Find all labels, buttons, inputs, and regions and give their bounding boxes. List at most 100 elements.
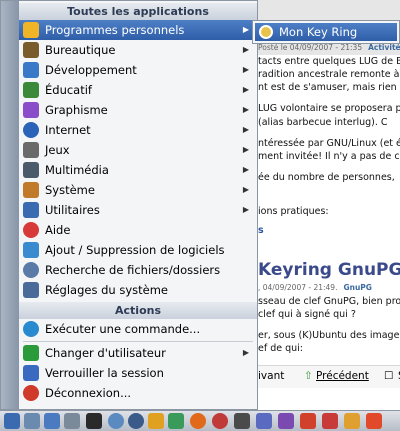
image-viewer-icon[interactable]: [278, 413, 294, 429]
system-settings-icon: [23, 282, 39, 298]
menu-item-games[interactable]: Jeux ▶: [19, 140, 257, 160]
menu-item-add-remove-software[interactable]: Ajout / Suppression de logiciels: [19, 240, 257, 260]
search-files-icon: [23, 262, 39, 278]
menu-item-label: Développement: [45, 63, 137, 77]
firefox-icon[interactable]: [190, 413, 206, 429]
menu-sidebar: [1, 1, 19, 409]
kmenu-icon[interactable]: [4, 413, 20, 429]
menu-item-label: Multimédia: [45, 163, 109, 177]
submenu-arrow-icon: ▶: [242, 25, 249, 34]
terminal-icon[interactable]: [86, 413, 102, 429]
graphics-icon: [23, 102, 39, 118]
previous-link[interactable]: Précédent: [316, 370, 369, 382]
menu-item-education[interactable]: Éducatif ▶: [19, 80, 257, 100]
menu-item-office[interactable]: Bureautique ▶: [19, 40, 257, 60]
office-icon: [23, 42, 39, 58]
article-tag[interactable]: GnuPG: [343, 283, 372, 292]
next-link[interactable]: ivant: [258, 370, 284, 382]
star-folder-icon: [23, 22, 39, 38]
taskbar: [0, 410, 400, 431]
menu-item-utilities[interactable]: Utilitaires ▶: [19, 200, 257, 220]
system-icon: [23, 182, 39, 198]
submenu-arrow-icon: ▶: [242, 185, 249, 194]
menu-item-development[interactable]: Développement ▶: [19, 60, 257, 80]
menu-item-graphics[interactable]: Graphisme ▶: [19, 100, 257, 120]
body-text: (alias barbecue interlug). C: [258, 117, 388, 128]
menu-item-label: Aide: [45, 223, 71, 237]
menu-item-run-command[interactable]: Exécuter une commande...: [19, 319, 257, 339]
menu-item-label: Recherche de fichiers/dossiers: [45, 263, 221, 277]
menu-item-label: Programmes personnels: [45, 23, 185, 37]
body-text: er, sous (K)Ubuntu des image: [258, 330, 400, 341]
bird-icon[interactable]: [234, 413, 250, 429]
media-icon[interactable]: [212, 413, 228, 429]
switch-user-icon: [23, 345, 39, 361]
games-icon: [23, 142, 39, 158]
education-icon: [23, 82, 39, 98]
help-icon: [23, 222, 39, 238]
submenu-arrow-icon: ▶: [242, 205, 249, 214]
article-title[interactable]: Keyring GnuPG: [258, 260, 400, 280]
section-header-applications: Toutes les applications: [19, 3, 257, 20]
submenu-arrow-icon: ▶: [242, 85, 249, 94]
lock-icon: [23, 365, 39, 381]
submenu-arrow-icon: ▶: [242, 165, 249, 174]
menu-item-label: Internet: [45, 123, 91, 137]
menu-item-label: Exécuter une commande...: [45, 322, 201, 336]
article-date: , 04/09/2007 - 21:49.: [258, 283, 338, 292]
multimedia-icon: [23, 162, 39, 178]
menu-item-system-settings[interactable]: Réglages du système: [19, 280, 257, 300]
menu-item-logout[interactable]: Déconnexion...: [19, 383, 257, 403]
body-text: radition ancestrale remonte à: [258, 69, 400, 80]
menu-item-system[interactable]: Système ▶: [19, 180, 257, 200]
download-icon[interactable]: [344, 413, 360, 429]
menu-item-multimedia[interactable]: Multimédia ▶: [19, 160, 257, 180]
application-menu: Toutes les applications Programmes perso…: [0, 0, 258, 410]
editor-icon[interactable]: [322, 413, 338, 429]
submenu-arrow-icon: ▶: [242, 65, 249, 74]
menu-item-internet[interactable]: Internet ▶: [19, 120, 257, 140]
section-header-actions: Actions: [19, 302, 257, 319]
menu-item-label: Système: [45, 183, 95, 197]
konqueror-icon[interactable]: [44, 413, 60, 429]
menu-item-search-files[interactable]: Recherche de fichiers/dossiers: [19, 260, 257, 280]
run-command-icon: [23, 321, 39, 337]
app-icon[interactable]: [366, 413, 382, 429]
submenu-personal-programs: Mon Key Ring: [252, 20, 400, 44]
chat-icon[interactable]: [168, 413, 184, 429]
menu-item-label: Déconnexion...: [45, 386, 132, 400]
office-suite-icon[interactable]: [300, 413, 316, 429]
submenu-arrow-icon: ▶: [242, 145, 249, 154]
menu-item-help[interactable]: Aide: [19, 220, 257, 240]
development-icon: [23, 62, 39, 78]
up-arrow-icon: ⇧: [304, 370, 313, 382]
menu-item-label: Ajout / Suppression de logiciels: [45, 243, 225, 257]
menu-item-personal-programs[interactable]: Programmes personnels ▶: [19, 20, 257, 40]
article-meta: , 04/09/2007 - 21:49. GnuPG: [258, 282, 372, 293]
post-tag[interactable]: Activité: [368, 43, 400, 52]
menu-item-lock-session[interactable]: Verrouiller la session: [19, 363, 257, 383]
network-icon[interactable]: [108, 413, 124, 429]
menu-item-label: Éducatif: [45, 83, 92, 97]
home-icon[interactable]: [24, 413, 40, 429]
keyring-icon: [259, 25, 273, 39]
body-text: ée du nombre de personnes,: [258, 172, 395, 183]
browser-icon[interactable]: [128, 413, 144, 429]
settings-icon[interactable]: [64, 413, 80, 429]
menu-item-label: Bureautique: [45, 43, 116, 57]
page-navigation: ivant ⇧ Précédent ☐ Su: [256, 365, 400, 388]
menu-item-label: Jeux: [45, 143, 70, 157]
submenu-item-label: Mon Key Ring: [279, 25, 358, 39]
body-link[interactable]: s: [258, 225, 264, 236]
logout-icon: [23, 385, 39, 401]
body-text: ef de qui:: [258, 343, 303, 354]
tools-icon[interactable]: [256, 413, 272, 429]
submenu-item-my-key-ring[interactable]: Mon Key Ring: [255, 23, 397, 41]
menu-item-label: Graphisme: [45, 103, 108, 117]
star-icon[interactable]: [148, 413, 164, 429]
menu-separator: [23, 341, 253, 342]
post-date: Posté le 04/09/2007 - 21:35: [258, 43, 363, 52]
body-text: nt est de s'amuser, mais rien: [258, 82, 397, 93]
menu-item-switch-user[interactable]: Changer d'utilisateur ▶: [19, 343, 257, 363]
body-text: ntéressée par GNU/Linux (et é: [258, 138, 400, 149]
